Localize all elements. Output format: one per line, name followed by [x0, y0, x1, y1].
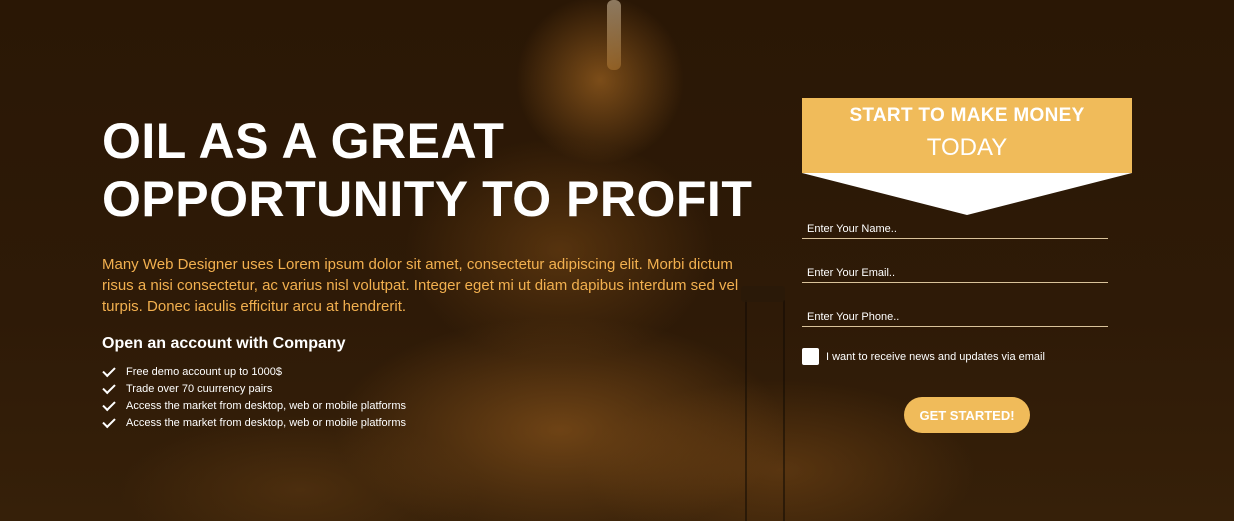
hero-headline-line2: OPPORTUNITY TO PROFIT	[102, 171, 753, 227]
email-input[interactable]	[802, 263, 1108, 283]
name-input[interactable]	[802, 219, 1108, 239]
feature-label: Access the market from desktop, web or m…	[126, 400, 406, 412]
hero-headline: OIL AS A GREAT OPPORTUNITY TO PROFIT	[102, 112, 762, 228]
feature-label: Access the market from desktop, web or m…	[126, 417, 406, 429]
news-consent-checkbox[interactable]	[802, 348, 819, 365]
feature-item: Access the market from desktop, web or m…	[102, 397, 762, 415]
feature-label: Free demo account up to 1000$	[126, 366, 282, 378]
banner-arrow-shape	[802, 173, 1132, 215]
consent-row[interactable]: I want to receive news and updates via e…	[802, 348, 1108, 365]
feature-item: Free demo account up to 1000$	[102, 363, 762, 381]
account-subheading: Open an account with Company	[102, 335, 346, 352]
phone-input[interactable]	[802, 307, 1108, 327]
check-icon	[102, 414, 116, 429]
signup-panel: START TO MAKE MONEY TODAY I want to rece…	[802, 98, 1132, 433]
feature-list: Free demo account up to 1000$ Trade over…	[102, 363, 762, 432]
news-consent-label: I want to receive news and updates via e…	[826, 350, 1045, 363]
check-icon	[102, 380, 116, 395]
hero-content: OIL AS A GREAT OPPORTUNITY TO PROFIT Man…	[102, 112, 762, 432]
check-icon	[102, 363, 116, 378]
check-icon	[102, 397, 116, 412]
signup-banner-subtitle: TODAY	[926, 134, 1008, 161]
feature-item: Trade over 70 cuurrency pairs	[102, 380, 762, 398]
get-started-button[interactable]: GET STARTED!	[904, 397, 1030, 433]
signup-form: I want to receive news and updates via e…	[802, 219, 1108, 433]
hero-headline-line1: OIL AS A GREAT	[102, 113, 505, 169]
feature-label: Trade over 70 cuurrency pairs	[126, 383, 273, 395]
rocket-plume-image	[607, 0, 621, 70]
signup-banner-title: START TO MAKE MONEY	[849, 105, 1085, 126]
hero-description: Many Web Designer uses Lorem ipsum dolor…	[102, 256, 739, 315]
feature-item: Access the market from desktop, web or m…	[102, 414, 762, 432]
signup-banner: START TO MAKE MONEY TODAY	[802, 98, 1132, 215]
